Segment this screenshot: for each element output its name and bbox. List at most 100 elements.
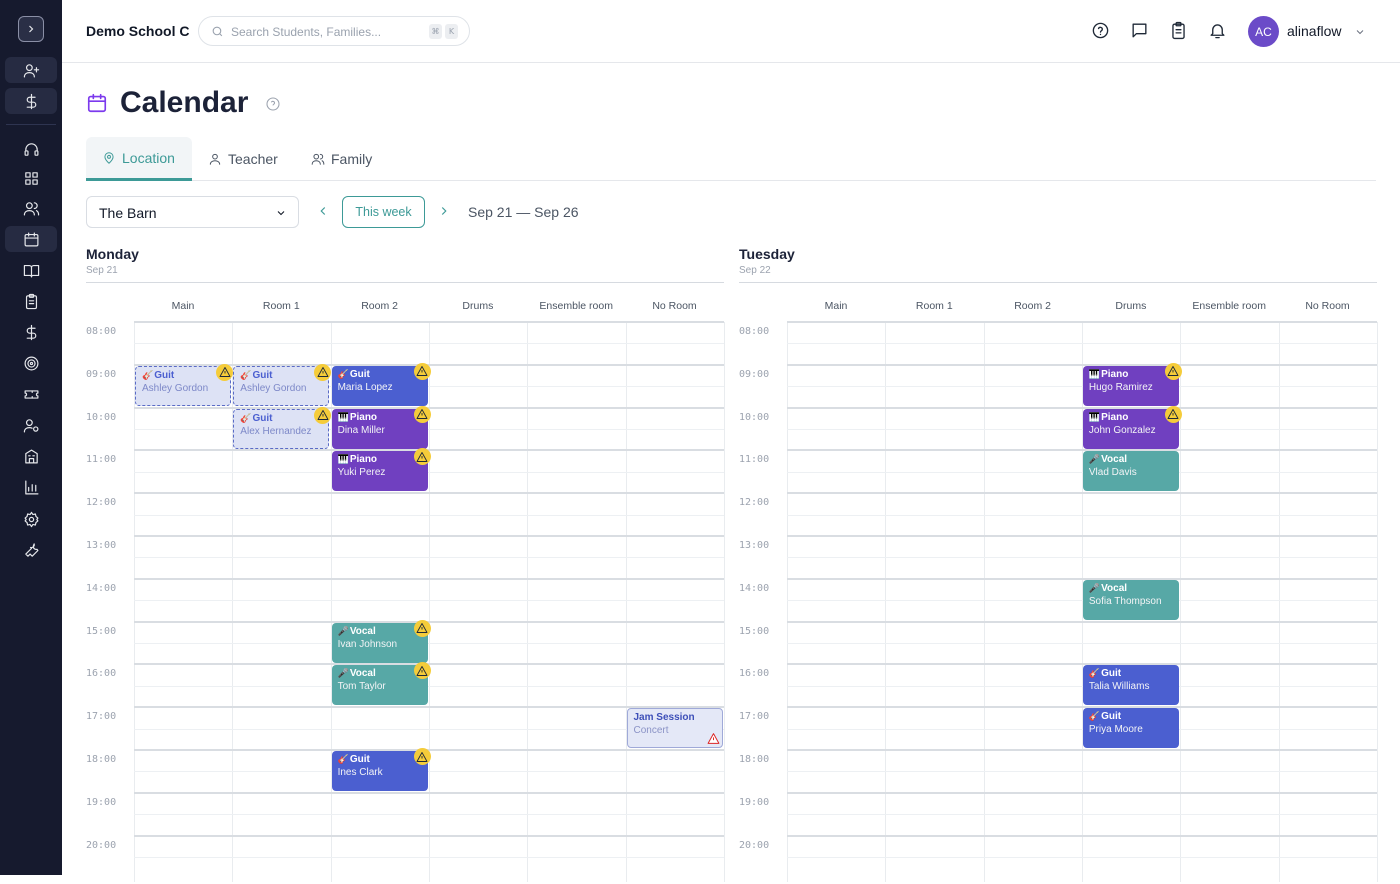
- lesson-event[interactable]: 🎸Guit Alex Hernandez: [233, 406, 332, 449]
- time-label: 20:00: [86, 839, 117, 851]
- lesson-title: Jam Session: [634, 712, 716, 723]
- hour-line: [787, 363, 1377, 366]
- instrument-icon: 🎹: [337, 412, 349, 423]
- sidebar-item-lessons[interactable]: [5, 257, 57, 283]
- lesson-title-text: Guit: [1101, 711, 1122, 723]
- sidebar-divider: [6, 124, 56, 125]
- sidebar-item-settings[interactable]: [5, 506, 57, 532]
- user-name[interactable]: alinaflow: [1287, 23, 1341, 39]
- target-icon: [24, 356, 38, 370]
- lesson-event[interactable]: Jam Session Concert: [626, 708, 723, 749]
- lesson-event[interactable]: 🎸Guit Ashley Gordon: [233, 363, 332, 406]
- warning-icon: [413, 748, 431, 765]
- lesson-event[interactable]: 🎹Piano John Gonzalez: [1082, 405, 1182, 449]
- warning-icon: [1164, 362, 1182, 380]
- next-week-button[interactable]: [437, 204, 453, 220]
- lesson-event[interactable]: 🎹Piano Hugo Ramirez: [1082, 362, 1182, 406]
- room-header: Room 1: [915, 300, 953, 312]
- time-label: 10:00: [86, 411, 117, 423]
- time-label: 11:00: [739, 454, 770, 466]
- lesson-title-text: Guit: [252, 412, 273, 424]
- time-label: 15:00: [86, 625, 117, 637]
- location-select[interactable]: The Barn: [86, 196, 299, 228]
- lesson-title-text: Vocal: [349, 668, 376, 680]
- sidebar-item-locations[interactable]: [5, 443, 57, 469]
- avatar[interactable]: AC: [1248, 16, 1279, 47]
- warning-icon: [413, 448, 431, 466]
- hour-line: [787, 321, 1377, 323]
- lesson-title: 🎹Piano: [338, 454, 422, 465]
- lesson-event[interactable]: 🎹Piano Dina Miller: [331, 405, 431, 449]
- sidebar-toggle-button[interactable]: [18, 16, 44, 42]
- time-label: 13:00: [739, 540, 770, 551]
- lesson-event[interactable]: 🎸Guit Priya Moore: [1082, 708, 1179, 749]
- instrument-icon: 🎸: [240, 413, 252, 424]
- lesson-student-name: Hugo Ramirez: [1088, 381, 1153, 393]
- time-label: 12:00: [86, 497, 117, 509]
- time-label: 09:00: [739, 368, 770, 380]
- dollar-icon: [26, 324, 36, 340]
- sidebar-item-support[interactable]: [5, 136, 57, 162]
- user-menu-toggle[interactable]: [1354, 25, 1366, 37]
- time-label: 20:00: [739, 839, 770, 851]
- lesson-event[interactable]: 🎸Guit Maria Lopez: [331, 362, 431, 406]
- help-button[interactable]: [1091, 21, 1111, 41]
- this-week-button[interactable]: This week: [342, 196, 425, 228]
- search-box[interactable]: ⌘ K: [198, 16, 470, 46]
- warning-icon: [413, 405, 431, 423]
- sidebar-item-dashboard[interactable]: [5, 165, 57, 191]
- time-label: 08:00: [739, 326, 770, 337]
- prev-week-button[interactable]: [316, 204, 332, 220]
- hour-line: [787, 834, 1377, 837]
- search-input[interactable]: [231, 22, 411, 42]
- time-label: 17:00: [86, 711, 117, 723]
- tab-location[interactable]: Location: [86, 137, 192, 181]
- headset-icon: [24, 142, 38, 156]
- hour-line: [787, 406, 1377, 409]
- sidebar-item-calendar[interactable]: [5, 226, 57, 252]
- sidebar-item-billing[interactable]: [5, 88, 57, 114]
- sidebar-item-teachers[interactable]: [5, 412, 57, 438]
- sidebar-item-tasks[interactable]: [5, 288, 57, 314]
- lesson-event[interactable]: 🎸Guit Ashley Gordon: [135, 363, 233, 406]
- hour-line: [134, 834, 724, 837]
- lesson-title-text: Guit: [154, 369, 175, 381]
- instrument-icon: 🎤: [1088, 455, 1101, 466]
- messages-button[interactable]: [1130, 21, 1150, 41]
- sidebar-item-students[interactable]: [5, 195, 57, 221]
- half-hour-line: [787, 514, 1377, 516]
- sidebar-item-reports[interactable]: [5, 474, 57, 500]
- lesson-event[interactable]: 🎸Guit Ines Clark: [331, 748, 431, 791]
- lesson-event[interactable]: 🎤Vocal Tom Taylor: [331, 662, 431, 706]
- hour-line: [134, 321, 724, 323]
- time-label: 10:00: [739, 411, 770, 423]
- tab-family[interactable]: Family: [295, 137, 388, 180]
- chevron-down-icon: [277, 211, 285, 216]
- sidebar-item-add-student[interactable]: [5, 57, 57, 83]
- lesson-event[interactable]: 🎤Vocal Sofia Thompson: [1082, 579, 1179, 620]
- lesson-title: 🎤Vocal: [338, 668, 422, 679]
- tab-teacher[interactable]: Teacher: [192, 137, 294, 180]
- instrument-icon: 🎸: [1088, 669, 1101, 680]
- lesson-title: 🎸Guit: [1089, 668, 1173, 679]
- lesson-title-text: Jam Session: [633, 712, 695, 724]
- hour-line: [787, 663, 1377, 666]
- hour-line: [787, 791, 1377, 794]
- lesson-title-text: Guit: [1101, 668, 1122, 680]
- lesson-title: 🎸Guit: [338, 369, 422, 380]
- lesson-event[interactable]: 🎤Vocal Ivan Johnson: [331, 619, 431, 663]
- time-label: 18:00: [86, 754, 117, 765]
- sidebar-item-tools[interactable]: [5, 537, 57, 563]
- sidebar-item-payments[interactable]: [5, 319, 57, 345]
- half-hour-line: [787, 557, 1377, 559]
- lesson-event[interactable]: 🎹Piano Yuki Perez: [331, 448, 431, 492]
- sidebar-item-goals[interactable]: [5, 350, 57, 376]
- lesson-event[interactable]: 🎤Vocal Vlad Davis: [1082, 451, 1179, 492]
- tasks-button[interactable]: [1169, 21, 1189, 41]
- title-help-button[interactable]: [265, 96, 281, 112]
- sidebar-item-tickets[interactable]: [5, 381, 57, 407]
- notifications-button[interactable]: [1208, 21, 1228, 41]
- user-plus-icon: [23, 63, 39, 77]
- half-hour-line: [134, 557, 724, 559]
- lesson-event[interactable]: 🎸Guit Talia Williams: [1082, 665, 1179, 706]
